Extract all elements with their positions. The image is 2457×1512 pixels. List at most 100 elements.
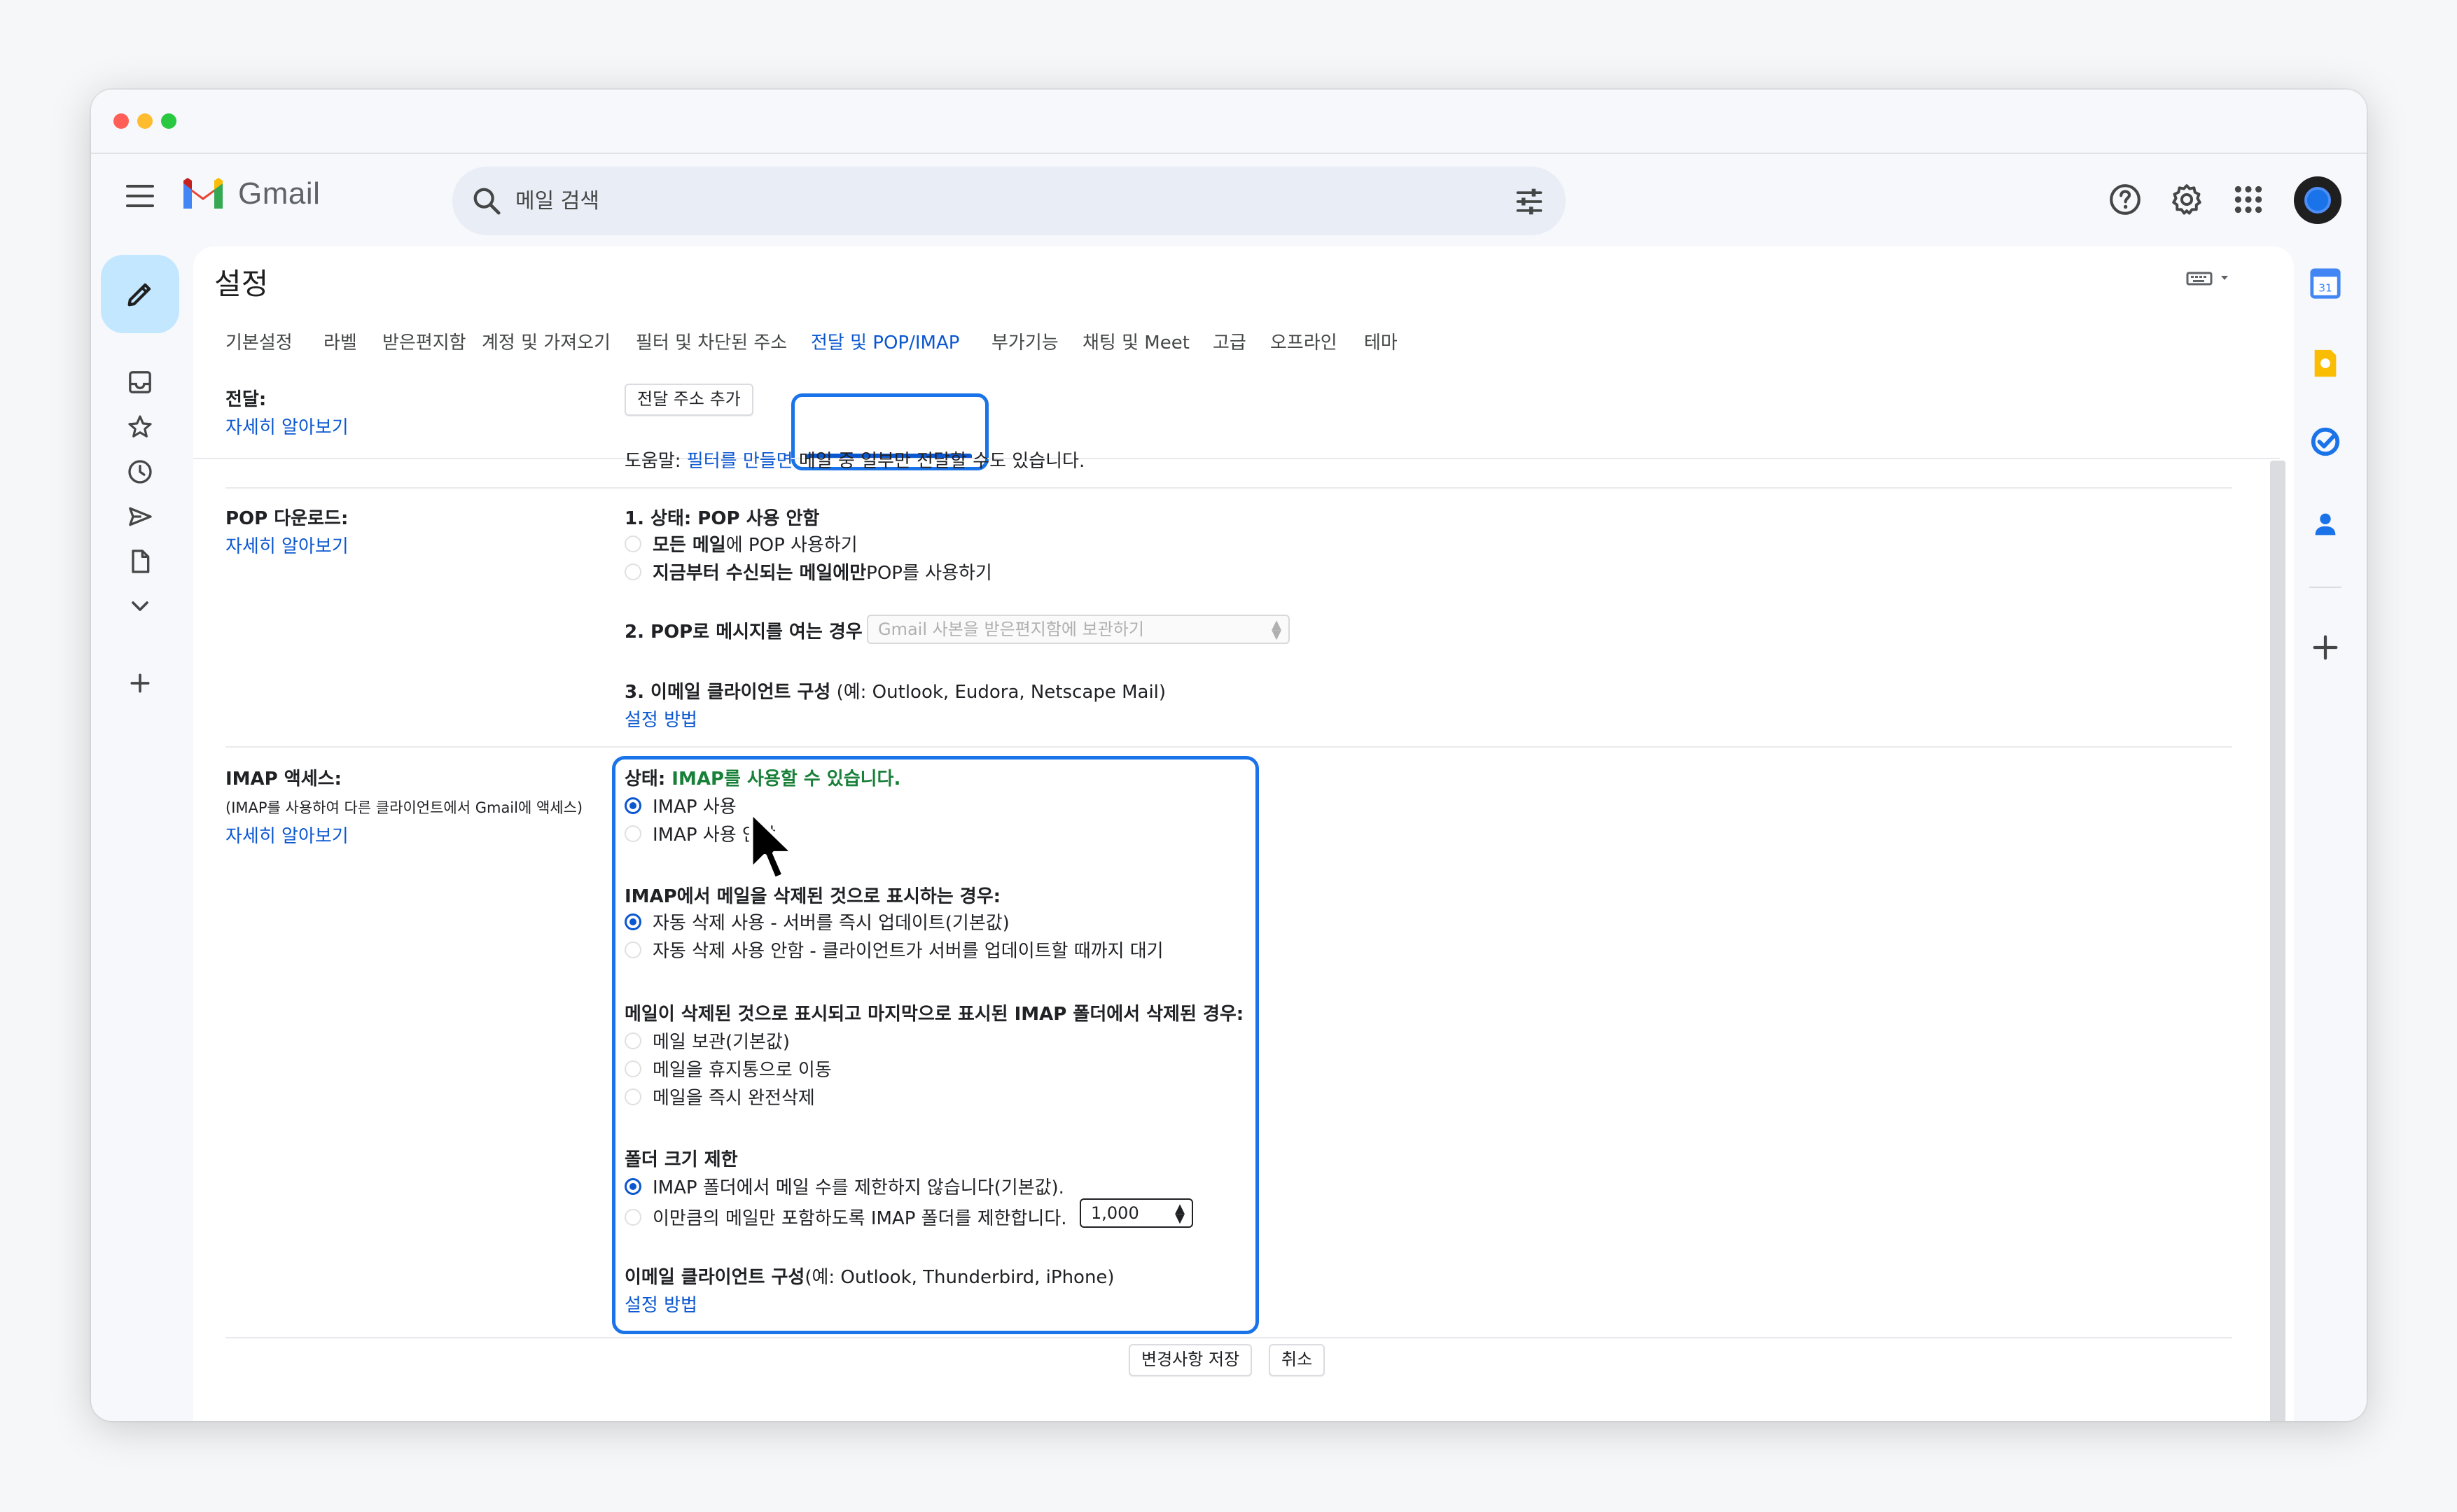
scrollbar[interactable] [2270, 461, 2285, 1421]
expand-icon[interactable] [126, 592, 154, 620]
pop-client-config: 3. 이메일 클라이언트 구성 (예: Outlook, Eudora, Net… [625, 678, 1166, 704]
trash-option[interactable]: 메일을 휴지통으로 이동 [625, 1056, 832, 1082]
tab-accounts-import[interactable]: 계정 및 가져오기 [482, 322, 611, 364]
imap-client-rest: (예: Outlook, Thunderbird, iPhone) [805, 1267, 1115, 1288]
tab-inbox[interactable]: 받은편지함 [382, 322, 466, 364]
contacts-icon[interactable] [2309, 508, 2341, 540]
star-icon[interactable] [126, 413, 154, 441]
radio-button[interactable] [625, 1208, 641, 1226]
tab-general[interactable]: 기본설정 [225, 322, 293, 364]
search-bar[interactable] [452, 167, 1566, 235]
radio-button[interactable] [625, 1060, 641, 1077]
calendar-icon[interactable]: 31 [2309, 267, 2341, 300]
no-folder-limit-option[interactable]: IMAP 폴더에서 메일 수를 제한하지 않습니다(기본값). [625, 1173, 1064, 1199]
folder-limit-select[interactable]: 1,000 ▲ ▼ [1080, 1198, 1193, 1228]
tab-labels[interactable]: 라벨 [323, 322, 357, 364]
inbox-icon[interactable] [126, 368, 154, 396]
draft-icon[interactable] [126, 547, 154, 575]
title-bar [91, 90, 2367, 154]
pop-new-mail-rest: POP를 사용하기 [866, 563, 992, 584]
apps-icon[interactable] [2231, 182, 2266, 217]
pop-status: 1. 상태: POP 사용 안함 [625, 508, 820, 529]
search-icon[interactable] [471, 185, 503, 217]
folder-limit-option[interactable]: 이만큼의 메일만 포함하도록 IMAP 폴더를 제한합니다. [625, 1204, 1067, 1230]
tune-icon[interactable] [1514, 186, 1545, 217]
help-icon[interactable] [2108, 182, 2143, 217]
cancel-button[interactable]: 취소 [1269, 1344, 1325, 1376]
maximize-window-button[interactable] [161, 113, 176, 129]
radio-button[interactable] [625, 941, 641, 958]
search-input[interactable] [515, 181, 1426, 221]
send-icon[interactable] [126, 503, 154, 531]
delete-forever-option[interactable]: 메일을 즉시 완전삭제 [625, 1084, 815, 1110]
imap-status: 상태: IMAP를 사용할 수 있습니다. [625, 764, 900, 790]
right-rail-divider [2309, 587, 2341, 588]
auto-expunge-on-option[interactable]: 자동 삭제 사용 - 서버를 즉시 업데이트(기본값) [625, 909, 1010, 934]
forwarding-learn-more-link[interactable]: 자세히 알아보기 [225, 413, 349, 439]
tab-filters-blocked[interactable]: 필터 및 차단된 주소 [636, 322, 787, 364]
tab-addons[interactable]: 부가기능 [991, 322, 1059, 364]
menu-icon[interactable] [126, 185, 154, 207]
minimize-window-button[interactable] [137, 113, 153, 129]
radio-button[interactable] [625, 1032, 641, 1049]
pop-action-value: Gmail 사본을 받은편지함에 보관하기 [878, 620, 1144, 639]
help-prefix: 도움말: [625, 451, 687, 472]
imap-setup-link[interactable]: 설정 방법 [625, 1291, 697, 1317]
get-addons-plus-icon[interactable] [2309, 631, 2341, 664]
radio-button-checked[interactable] [625, 913, 641, 930]
pop-setup-link[interactable]: 설정 방법 [625, 706, 697, 732]
imap-enable-option[interactable]: IMAP 사용 [625, 792, 737, 818]
pop-learn-more-link[interactable]: 자세히 알아보기 [225, 532, 349, 558]
create-filter-link[interactable]: 필터를 만들면 [687, 451, 793, 472]
tab-forwarding-pop-imap[interactable]: 전달 및 POP/IMAP [811, 322, 959, 364]
tab-themes[interactable]: 테마 [1364, 322, 1398, 364]
imap-subheading: (IMAP를 사용하여 다른 클라이언트에서 Gmail에 액세스) [225, 799, 583, 816]
tabs-divider [193, 458, 2280, 459]
imap-expunge-heading: 메일이 삭제된 것으로 표시되고 마지막으로 표시된 IMAP 폴더에서 삭제된… [625, 1004, 1244, 1025]
mouse-pointer-icon [749, 809, 796, 882]
auto-expunge-off-label: 자동 삭제 사용 안함 - 클라이언트가 서버를 업데이트할 때까지 대기 [653, 941, 1164, 962]
pop-all-mail-option[interactable]: 모든 메일 에 POP 사용하기 [625, 531, 858, 556]
gmail-header: Gmail [91, 154, 2367, 245]
pop-when-accessed-label: 2. POP로 메시지를 여는 경우 [625, 622, 863, 643]
pop-client-bold: 3. 이메일 클라이언트 구성 [625, 682, 831, 703]
radio-button-checked[interactable] [625, 797, 641, 814]
close-window-button[interactable] [113, 113, 129, 129]
gmail-logo[interactable]: Gmail [181, 176, 320, 211]
forwarding-help-text: 도움말: 필터를 만들면 메일 중 일부만 전달할 수도 있습니다. [625, 447, 1085, 472]
imap-client-bold: 이메일 클라이언트 구성 [625, 1267, 805, 1288]
trash-label: 메일을 휴지통으로 이동 [653, 1060, 832, 1081]
tab-chat-meet[interactable]: 채팅 및 Meet [1083, 322, 1190, 364]
clock-icon[interactable] [126, 458, 154, 486]
keyboard-input-icon[interactable] [2186, 266, 2235, 290]
pop-heading: POP 다운로드: [225, 508, 349, 529]
radio-button[interactable] [625, 563, 641, 580]
pencil-icon [127, 283, 151, 307]
plus-icon[interactable] [126, 669, 154, 697]
pop-new-mail-bold: 지금부터 수신되는 메일에만 [653, 563, 867, 584]
settings-icon[interactable] [2169, 182, 2204, 217]
auto-expunge-off-option[interactable]: 자동 삭제 사용 안함 - 클라이언트가 서버를 업데이트할 때까지 대기 [625, 937, 1164, 962]
add-forwarding-address-button[interactable]: 전달 주소 추가 [625, 384, 753, 416]
tasks-icon[interactable] [2309, 426, 2341, 458]
keep-icon[interactable] [2309, 347, 2341, 379]
account-avatar[interactable] [2294, 176, 2341, 224]
pop-all-mail-bold: 모든 메일 [653, 535, 726, 556]
radio-button[interactable] [625, 535, 641, 552]
save-changes-button[interactable]: 변경사항 저장 [1129, 1344, 1253, 1376]
compose-button[interactable] [101, 255, 179, 333]
section-divider [225, 1337, 2232, 1338]
imap-learn-more-link[interactable]: 자세히 알아보기 [225, 822, 349, 848]
radio-button-checked[interactable] [625, 1177, 641, 1195]
tab-advanced[interactable]: 고급 [1213, 322, 1246, 364]
section-divider [225, 746, 2232, 748]
radio-button[interactable] [625, 825, 641, 842]
forwarding-heading: 전달: [225, 389, 267, 410]
tab-offline[interactable]: 오프라인 [1270, 322, 1337, 364]
radio-button[interactable] [625, 1088, 641, 1105]
select-arrows-icon: ▲ ▼ [1175, 1201, 1185, 1226]
archive-option[interactable]: 메일 보관(기본값) [625, 1028, 790, 1054]
browser-window: Gmail 메일 검색 31 설정 기본설정 라벨 받은편지함 계정 및 가져오… [91, 90, 2367, 1421]
pop-new-mail-option[interactable]: 지금부터 수신되는 메일에만 POP를 사용하기 [625, 559, 992, 584]
pop-action-select[interactable]: Gmail 사본을 받은편지함에 보관하기 ▲ ▼ [867, 615, 1290, 644]
